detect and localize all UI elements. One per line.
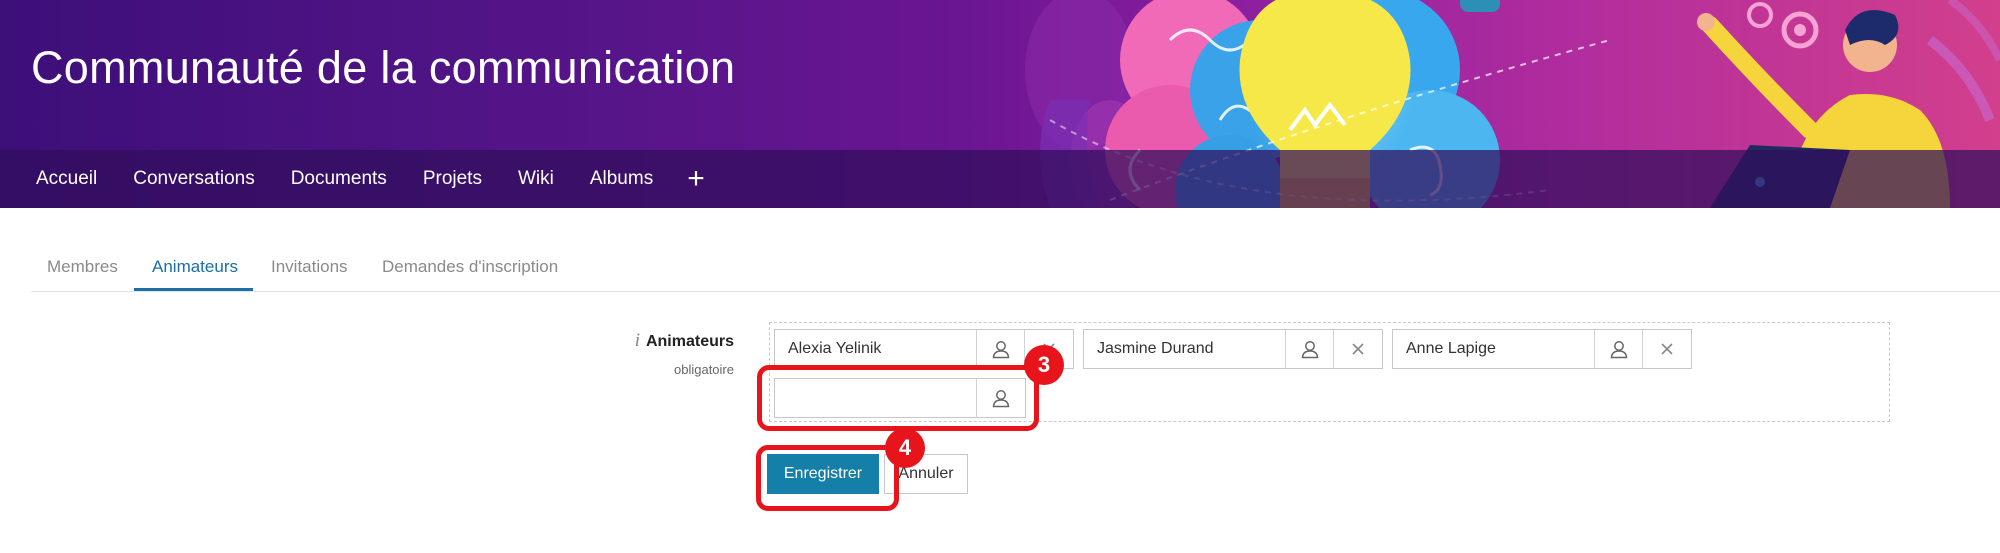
person-icon[interactable] [977, 330, 1025, 368]
members-tabs: Membres Animateurs Invitations Demandes … [31, 245, 2000, 292]
person-icon[interactable] [1286, 330, 1334, 368]
community-title: Communauté de la communication [31, 42, 736, 93]
nav-documents[interactable]: Documents [291, 168, 387, 190]
step-3-highlight [757, 365, 1039, 431]
community-navbar: Accueil Conversations Documents Projets … [0, 150, 2000, 208]
selected-user-name: Jasmine Durand [1084, 330, 1286, 368]
nav-albums[interactable]: Albums [590, 168, 653, 190]
plus-icon[interactable]: + [687, 164, 705, 194]
selected-user-name: Alexia Yelinik [775, 330, 977, 368]
animateurs-field-label: i Animateurs obligatoire [630, 330, 734, 377]
required-label: obligatoire [674, 362, 734, 377]
close-icon[interactable] [1334, 330, 1382, 368]
nav-accueil[interactable]: Accueil [36, 168, 97, 190]
close-icon[interactable] [1643, 330, 1691, 368]
tab-membres[interactable]: Membres [47, 257, 118, 277]
step-4-badge: 4 [885, 428, 925, 468]
step-3-badge: 3 [1024, 345, 1064, 385]
nav-wiki[interactable]: Wiki [518, 168, 554, 190]
field-label-text: Animateurs [645, 333, 734, 350]
tab-invitations[interactable]: Invitations [271, 257, 348, 277]
info-icon[interactable]: i [635, 330, 640, 351]
community-banner: Communauté de la communication Accueil C… [0, 0, 2000, 208]
tab-animateurs[interactable]: Animateurs [152, 257, 238, 277]
selected-user-chip: Anne Lapige [1392, 329, 1692, 369]
tab-demandes-inscription[interactable]: Demandes d'inscription [382, 257, 558, 277]
selected-user-chip: Jasmine Durand [1083, 329, 1383, 369]
nav-conversations[interactable]: Conversations [133, 168, 254, 190]
selected-user-name: Anne Lapige [1393, 330, 1595, 368]
nav-projets[interactable]: Projets [423, 168, 482, 190]
active-tab-indicator [134, 288, 253, 291]
person-icon[interactable] [1595, 330, 1643, 368]
step-4-highlight [756, 445, 899, 511]
